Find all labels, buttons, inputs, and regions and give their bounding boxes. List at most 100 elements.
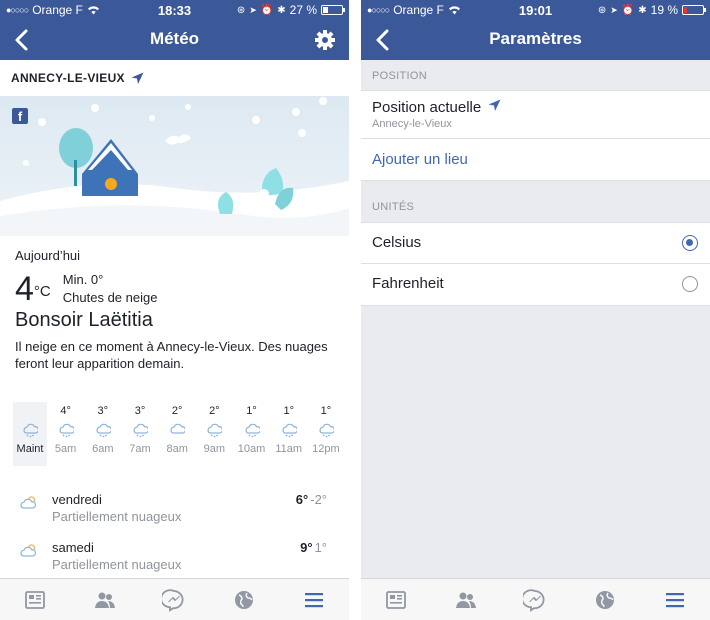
daily-row[interactable]: vendredi Partiellement nuageux 6° -2° [0,492,349,532]
tab-globe[interactable] [590,585,620,615]
location-services-icon: ➤ [249,4,257,15]
hourly-time: 5am [54,443,77,455]
hourly-icon-cell [270,420,307,440]
location-name: ANNECY-LE-VIEUX [11,71,125,85]
hourly-temperature: 4° [60,405,71,417]
today-label: Aujourd’hui [15,248,81,263]
tab-friends[interactable] [451,585,481,615]
snow-scene-icon [0,97,349,236]
hourly-item: Maint [13,402,47,466]
hourly-forecast[interactable]: Maint 4° 5am 3° 6am 3° 7am 2° 8am 2° 9am 1° 10am 1° 11… [13,402,345,466]
greeting: Bonsoir Laëtitia [15,309,153,331]
hourly-icon-cell [233,420,270,440]
battery-percent: 27 % [289,3,317,17]
hourly-temperature: 1° [246,405,257,417]
globe-icon [235,590,254,609]
current-condition: Chutes de neige [62,290,158,305]
hourly-temperature: 3° [134,405,146,417]
tab-messenger[interactable] [159,585,189,615]
daily-max: 6° [295,492,309,507]
bluetooth-icon: ✱ [638,4,647,16]
hourly-time: 10am [237,443,266,455]
battery-icon [321,5,345,15]
unit-option-celsius[interactable]: Celsius [361,223,710,264]
news-feed-icon [24,590,45,609]
daily-max: 9° [300,540,313,555]
unit-option-label: Celsius [372,234,422,251]
daily-temperatures: 6° -2° [296,492,327,507]
snow-cloud-icon [133,423,148,438]
hourly-item: 1° 10am [233,402,270,466]
current-position-title: Position actuelle [372,99,482,116]
status-bar: ●○○○○ Orange F 18:33 ⊛ ➤ ⏰ ✱ 27 % [0,0,349,20]
alarm-icon: ⏰ [260,4,274,16]
hourly-temperature: 1° [283,405,294,417]
gear-icon[interactable] [313,28,337,52]
current-temperature: 4°C [15,270,51,308]
menu-icon [305,592,324,607]
current-position-subtitle: Annecy-le-Vieux [372,118,452,130]
snow-cloud-icon [59,423,74,438]
page-title: Météo [149,29,200,48]
alarm-icon: ⏰ [621,4,635,16]
cloud-icon [170,423,186,434]
location-arrow-icon [488,99,501,111]
settings-screen: ●○○○○ Orange F 19:01 ⊛ ➤ ⏰ ✱ 19 % Paramè… [361,0,710,620]
divider [349,0,361,620]
page-title: Paramètres [489,29,582,48]
radio-unselected-icon[interactable] [682,276,698,292]
today-section: Aujourd’hui 4°C Min. 0° Chutes de neige … [0,236,349,372]
unit-option-fahrenheit[interactable]: Fahrenheit [361,264,710,305]
units-group: Celsius Fahrenheit [361,222,710,306]
hourly-time: Maint [16,443,44,455]
rotation-lock-icon: ⊛ [236,4,246,16]
hourly-temperature: 2° [171,405,183,417]
hourly-icon-cell [121,420,158,440]
hourly-time: 11am [275,443,303,455]
friends-icon [455,592,476,608]
daily-icon-cell [20,495,38,516]
add-place-link[interactable]: Ajouter un lieu [372,151,468,168]
tab-globe[interactable] [229,585,259,615]
battery-icon [682,5,706,15]
daily-day: vendredi [52,492,102,507]
hourly-icon-cell [84,420,121,440]
hourly-item: 3° 6am [84,402,121,466]
location-header[interactable]: ANNECY-LE-VIEUX [0,60,349,96]
current-position-row[interactable]: Position actuelle Annecy-le-Vieux [361,91,710,139]
daily-row[interactable]: samedi Partiellement nuageux 9° 1° [0,540,349,580]
weather-description: Il neige en ce moment à Annecy-le-Vieux.… [15,339,328,371]
hourly-item: 2° 8am [159,402,196,466]
current-position-title-line: Position actuelle [372,99,710,116]
location-arrow-icon [131,72,144,84]
daily-condition: Partiellement nuageux [52,557,182,572]
snow-cloud-icon [282,423,297,438]
tab-friends[interactable] [90,585,120,615]
snow-cloud-icon [319,423,334,438]
radio-selected-icon[interactable] [682,235,698,251]
units-section-header: UNITÉS [372,201,415,213]
hourly-item: 2° 9am [196,402,233,466]
tab-news-feed[interactable] [381,585,411,615]
hourly-icon-cell [47,420,84,440]
messenger-icon [162,588,184,612]
position-group: Position actuelle Annecy-le-Vieux Ajoute… [361,90,710,181]
hourly-item: 3° 7am [121,402,158,466]
tab-menu[interactable] [660,585,690,615]
partly-cloudy-icon [20,544,37,557]
hourly-icon-cell [196,420,233,440]
nav-bar: Paramètres [361,20,710,60]
hourly-time: 8am [166,443,188,455]
hourly-time: 6am [92,443,114,455]
rotation-lock-icon: ⊛ [597,4,607,16]
weather-screen: ●○○○○ Orange F 18:33 ⊛ ➤ ⏰ ✱ 27 % Météo [0,0,349,620]
tab-messenger[interactable] [520,585,550,615]
tab-news-feed[interactable] [20,585,50,615]
partly-cloudy-icon [20,496,37,509]
weather-illustration: f [0,96,349,236]
add-place-row[interactable]: Ajouter un lieu [361,139,710,180]
unit-option-label: Fahrenheit [372,275,444,292]
tab-menu[interactable] [299,585,329,615]
hourly-item: 1° 12pm [307,402,344,466]
tab-bar [361,578,710,620]
